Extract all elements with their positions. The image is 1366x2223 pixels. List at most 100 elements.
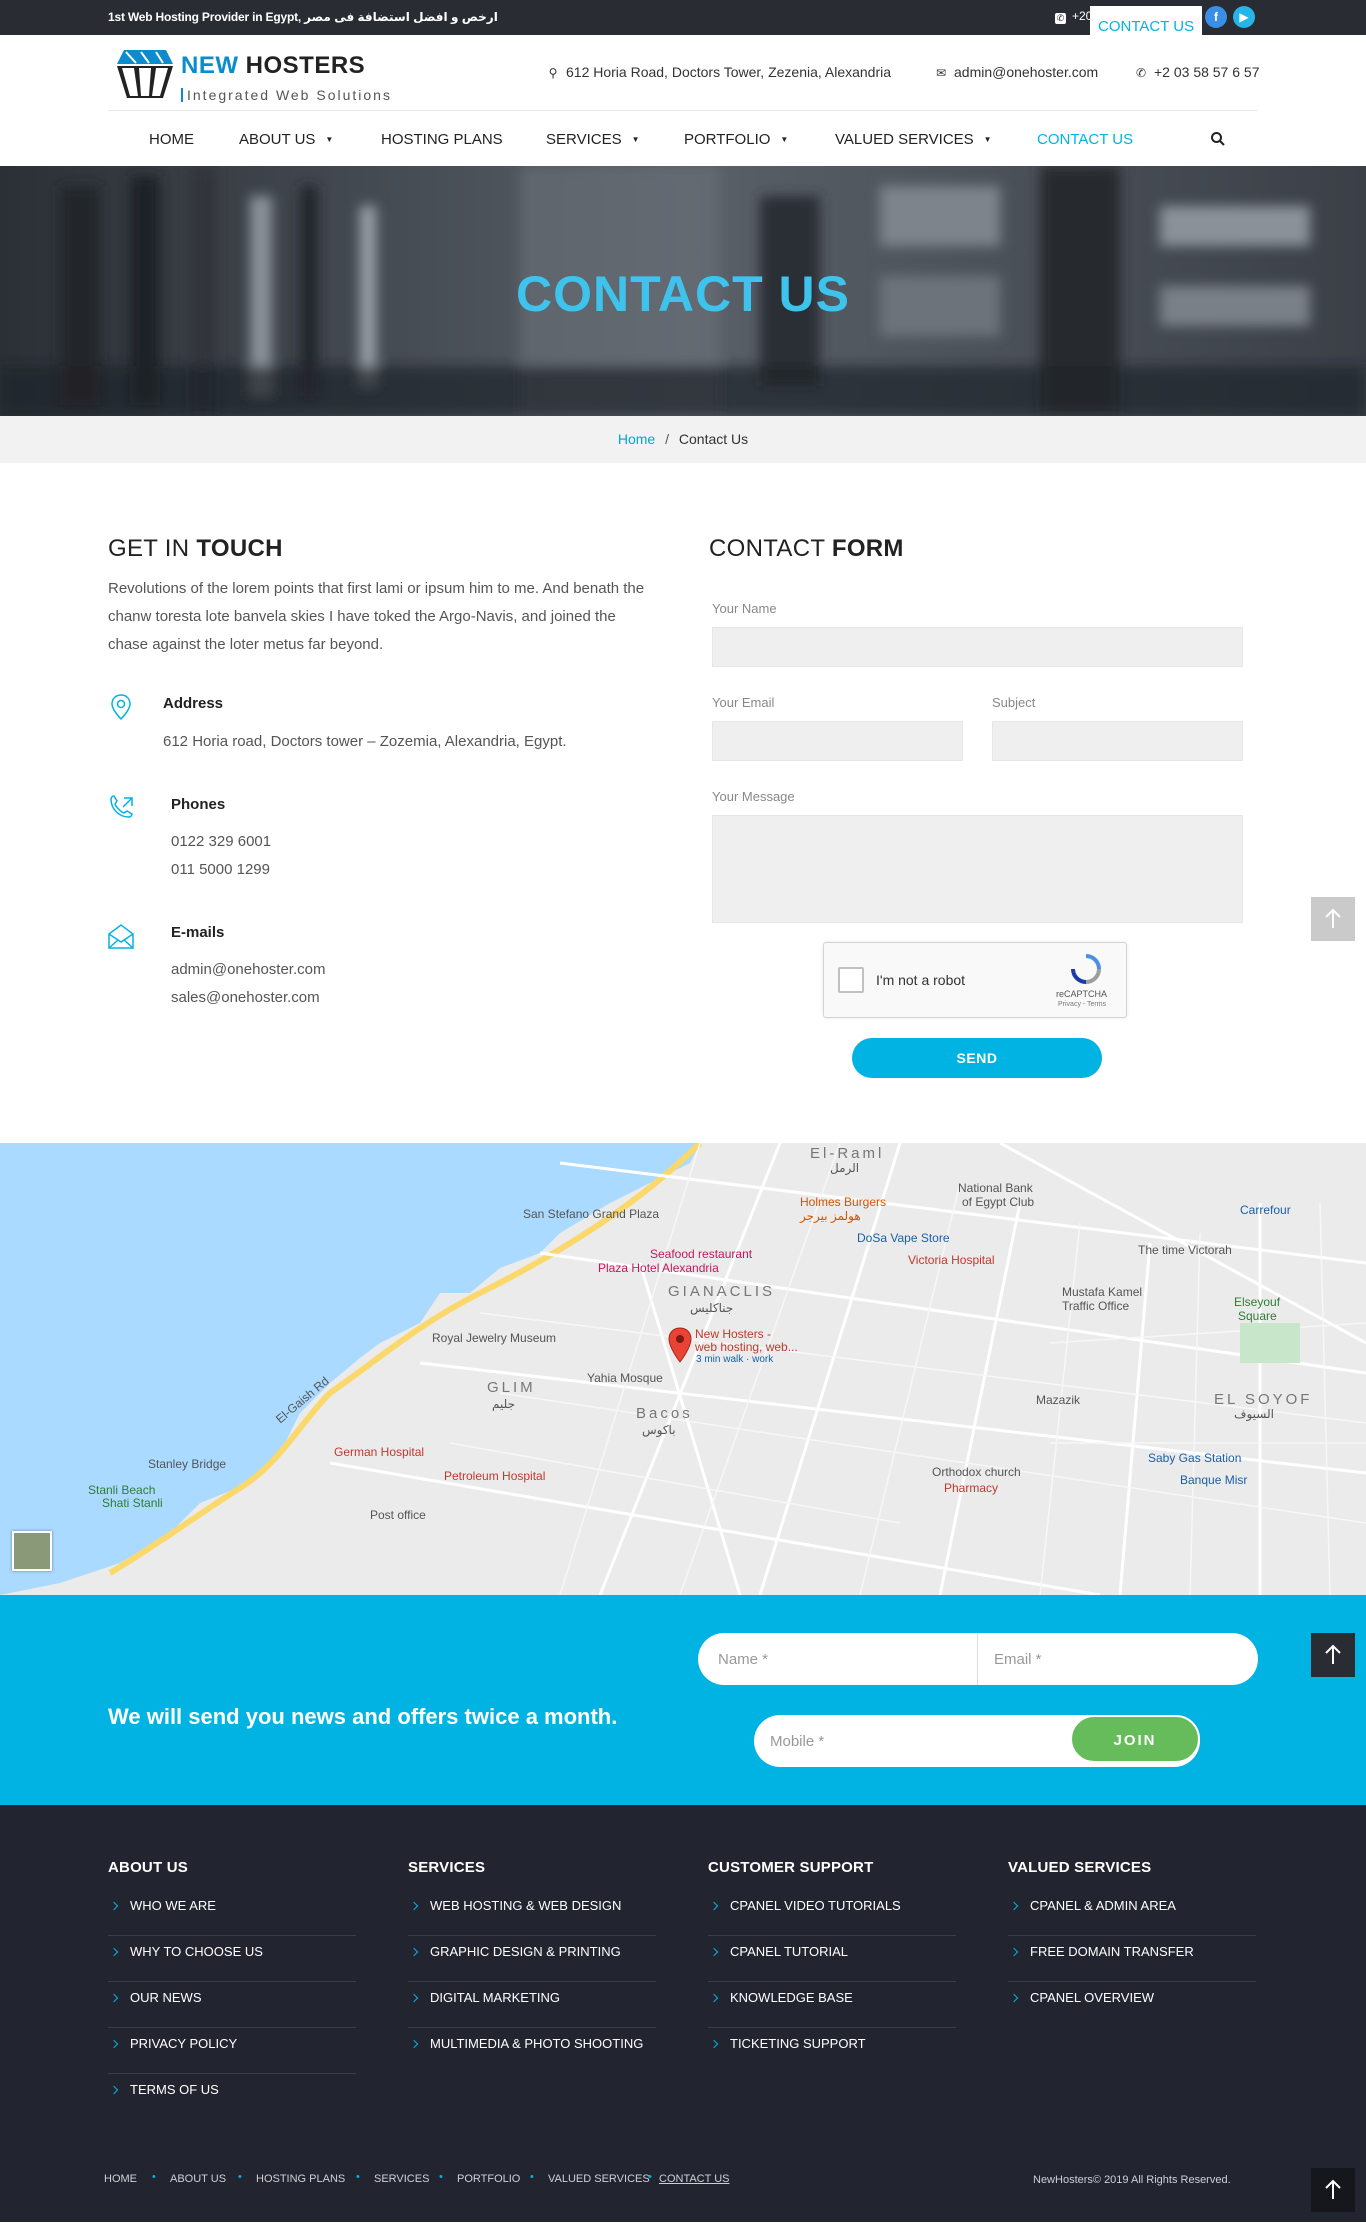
footer-bottom-link[interactable]: ABOUT US [170, 2173, 226, 2185]
satellite-toggle[interactable] [12, 1531, 52, 1571]
footer-col-valued: VALUED SERVICES CPANEL & ADMIN AREA FREE… [1008, 1859, 1256, 2028]
map-label-stanli: Stanli Beach [88, 1483, 156, 1497]
footer-link[interactable]: OUR NEWS [108, 1982, 356, 2028]
address-value: 612 Horia road, Doctors tower – Zozemia,… [163, 733, 567, 750]
map-label-square: Square [1238, 1309, 1277, 1323]
footer-bottom-link[interactable]: VALUED SERVICES [548, 2173, 650, 2185]
map-label-elseyouf: Elseyouf [1234, 1295, 1281, 1309]
footer-link[interactable]: PRIVACY POLICY [108, 2028, 356, 2074]
footer-link[interactable]: CPANEL TUTORIAL [708, 1936, 956, 1982]
nav-valued-services[interactable]: VALUED SERVICES ▼ [835, 131, 992, 148]
nav-home[interactable]: HOME [149, 131, 194, 148]
footer-bottom-link[interactable]: SERVICES [374, 2173, 429, 2185]
footer-col-title: ABOUT US [108, 1859, 188, 1876]
location-map[interactable]: El-Raml الرمل Holmes Burgers هولمز بيرجر… [0, 1143, 1366, 1595]
name-input[interactable] [712, 627, 1243, 667]
footer-bottom-link-active[interactable]: CONTACT US [659, 2173, 730, 2185]
video-icon[interactable]: ▶ [1233, 6, 1255, 28]
map-label-mustafa: Mustafa Kamel [1062, 1285, 1143, 1299]
header-phone[interactable]: ✆ +2 03 58 57 6 57 [1134, 64, 1260, 80]
map-label-el-soyof-ar: السيوف [1234, 1407, 1274, 1421]
send-button[interactable]: SEND [852, 1038, 1102, 1078]
contact-form-title: CONTACT FORM [709, 535, 904, 562]
footer-link[interactable]: WHO WE ARE [108, 1890, 356, 1936]
breadcrumb-home[interactable]: Home [618, 431, 655, 447]
map-label-time-victorah: The time Victorah [1138, 1243, 1232, 1257]
map-label-banque: Banque Misr [1180, 1473, 1248, 1487]
logo-name: NEW HOSTERS [181, 52, 366, 79]
phone-call-icon [110, 795, 133, 818]
recaptcha-terms[interactable]: Privacy - Terms [1058, 1001, 1106, 1008]
map-label-stefano: San Stefano Grand Plaza [523, 1207, 660, 1221]
nav-about-us[interactable]: ABOUT US ▼ [239, 131, 333, 148]
separator-dot: • [439, 2171, 443, 2183]
phone-1[interactable]: 0122 329 6001 [171, 833, 271, 850]
phone-2[interactable]: 011 5000 1299 [171, 861, 270, 878]
breadcrumb-current: Contact Us [678, 431, 749, 447]
map-canvas [0, 1143, 1366, 1595]
copyright: NewHosters© 2019 All Rights Reserved. [1033, 2174, 1231, 2186]
footer-link[interactable]: DIGITAL MARKETING [408, 1982, 656, 2028]
email-input[interactable] [712, 721, 963, 761]
search-icon[interactable] [1210, 131, 1226, 147]
tagline: 1st Web Hosting Provider in Egypt, ارخص … [108, 10, 498, 24]
map-label-stanley: Stanley Bridge [148, 1457, 227, 1471]
message-textarea[interactable] [712, 815, 1243, 923]
footer-link[interactable]: CPANEL VIDEO TUTORIALS [708, 1890, 956, 1936]
footer-link[interactable]: WEB HOSTING & WEB DESIGN [408, 1890, 656, 1936]
map-label-pharmacy: Pharmacy [944, 1481, 999, 1495]
email-2[interactable]: sales@onehoster.com [171, 989, 320, 1006]
footer-link[interactable]: MULTIMEDIA & PHOTO SHOOTING [408, 2028, 656, 2074]
map-label-traffic: Traffic Office [1062, 1299, 1130, 1313]
footer-link[interactable]: FREE DOMAIN TRANSFER [1008, 1936, 1256, 1982]
nav-portfolio[interactable]: PORTFOLIO ▼ [684, 131, 788, 148]
map-label-saby: Saby Gas Station [1148, 1451, 1242, 1465]
phone-icon: ✆ [1135, 66, 1147, 80]
map-marker-icon[interactable] [667, 1327, 693, 1363]
footer-col-title: SERVICES [408, 1859, 486, 1876]
phone-icon: ✆ [1055, 13, 1066, 24]
scroll-to-top-button-2[interactable] [1311, 1633, 1355, 1677]
map-label-bacos-ar: باكوس [642, 1423, 676, 1437]
map-label-el-raml-ar: الرمل [830, 1161, 860, 1175]
newsletter-email-input[interactable]: Email * [994, 1651, 1042, 1668]
newsletter-mobile-input[interactable]: Mobile * [770, 1733, 824, 1750]
map-pin-icon: ⚲ [548, 66, 558, 80]
footer-col-about: ABOUT US WHO WE ARE WHY TO CHOOSE US OUR… [108, 1859, 356, 2120]
footer-link[interactable]: GRAPHIC DESIGN & PRINTING [408, 1936, 656, 1982]
logo-subtitle: Integrated Web Solutions [181, 88, 392, 102]
map-label-national-bank: National Bank [958, 1181, 1033, 1195]
scroll-to-top-button-3[interactable] [1311, 2168, 1355, 2212]
footer-link[interactable]: KNOWLEDGE BASE [708, 1982, 956, 2028]
footer-bottom-link[interactable]: HOME [104, 2173, 137, 2185]
arrow-up-icon [1325, 1644, 1341, 1664]
footer-bottom-link[interactable]: HOSTING PLANS [256, 2173, 345, 2185]
logo[interactable]: NEW HOSTERS Integrated Web Solutions [116, 46, 396, 102]
join-button[interactable]: JOIN [1070, 1715, 1200, 1763]
footer-bottom-link[interactable]: PORTFOLIO [457, 2173, 520, 2185]
scroll-to-top-button[interactable] [1311, 897, 1355, 941]
subject-input[interactable] [992, 721, 1243, 761]
recaptcha-checkbox[interactable] [838, 967, 864, 993]
footer-link[interactable]: WHY TO CHOOSE US [108, 1936, 356, 1982]
get-in-touch-title: GET IN TOUCH [108, 535, 283, 562]
footer-link[interactable]: TICKETING SUPPORT [708, 2028, 956, 2074]
nav-services[interactable]: SERVICES ▼ [546, 131, 640, 148]
caret-down-icon: ▼ [983, 135, 992, 144]
newsletter-name-input[interactable]: Name * [718, 1651, 768, 1668]
nav-contact-us[interactable]: CONTACT US [1037, 131, 1133, 148]
footer-link[interactable]: TERMS OF US [108, 2074, 356, 2120]
nav-hosting-plans[interactable]: HOSTING PLANS [381, 131, 503, 148]
header-address: ⚲ 612 Horia Road, Doctors Tower, Zezenia,… [546, 64, 891, 80]
header-email[interactable]: ✉ admin@onehoster.com [934, 64, 1098, 80]
envelope-open-icon [108, 924, 134, 949]
topbar-contact-button[interactable]: CONTACT US [1090, 6, 1203, 35]
footer-link[interactable]: CPANEL & ADMIN AREA [1008, 1890, 1256, 1936]
footer-link[interactable]: CPANEL OVERVIEW [1008, 1982, 1256, 2028]
intro-text: Revolutions of the lorem points that fir… [108, 580, 645, 653]
email-1[interactable]: admin@onehoster.com [171, 961, 325, 978]
facebook-icon[interactable]: f [1205, 6, 1227, 28]
map-label-gianaclis: GIANACLIS [668, 1283, 776, 1300]
map-label-shati: Shati Stanli [102, 1496, 163, 1510]
footer-col-services: SERVICES WEB HOSTING & WEB DESIGN GRAPHI… [408, 1859, 656, 2074]
